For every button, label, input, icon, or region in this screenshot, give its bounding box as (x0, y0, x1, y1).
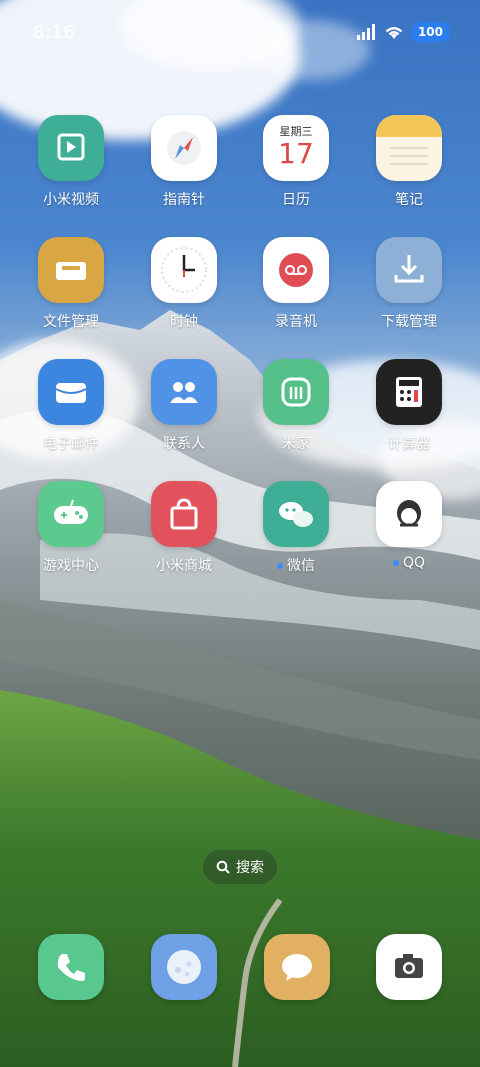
shopping-bag-icon (151, 481, 217, 547)
app-label: 微信 (287, 558, 315, 574)
video-icon (38, 115, 104, 181)
app-mi-video[interactable]: 小米视频 (21, 115, 121, 209)
app-wechat[interactable]: 微信 (246, 481, 346, 575)
mi-home-icon (263, 359, 329, 425)
app-label: 小米视频 (43, 192, 99, 208)
battery-indicator: 100 (410, 22, 450, 42)
app-email[interactable]: 电子邮件 (21, 359, 121, 453)
search-icon (216, 860, 230, 874)
search-label: 搜索 (236, 860, 264, 876)
app-label: 文件管理 (43, 314, 99, 330)
app-calculator[interactable]: 计算器 (359, 359, 459, 453)
notification-dot (392, 560, 399, 566)
app-label: 联系人 (163, 436, 205, 452)
app-label-with-notification: QQ (359, 555, 459, 571)
app-mi-store[interactable]: 小米商城 (134, 481, 234, 575)
email-icon (38, 359, 104, 425)
app-label: 游戏中心 (43, 558, 99, 574)
download-icon (376, 237, 442, 303)
gamepad-icon (38, 481, 104, 547)
browser-icon (167, 950, 201, 984)
notes-icon (376, 115, 442, 181)
calculator-icon (376, 359, 442, 425)
app-label: 米家 (282, 436, 310, 452)
dock-browser[interactable] (151, 934, 217, 1000)
app-label: 小米商城 (156, 558, 212, 574)
app-recorder[interactable]: 录音机 (246, 237, 346, 331)
app-compass[interactable]: 指南针 (134, 115, 234, 209)
notification-dot (277, 563, 283, 569)
app-label: 时钟 (170, 314, 198, 330)
phone-icon (57, 954, 85, 981)
app-label-with-notification: 微信 (246, 555, 346, 575)
app-label: 计算器 (388, 436, 430, 452)
app-label: QQ (402, 555, 426, 571)
status-icons: 100 (356, 22, 450, 42)
app-notes[interactable]: 笔记 (359, 115, 459, 209)
search-button[interactable]: 搜索 (203, 850, 277, 884)
wechat-icon (263, 481, 329, 547)
app-label: 指南针 (163, 192, 205, 208)
app-file-manager[interactable]: 文件管理 (21, 237, 121, 331)
app-mi-home[interactable]: 米家 (246, 359, 346, 453)
contacts-icon (151, 359, 217, 425)
app-label: 下载管理 (381, 314, 437, 330)
app-label: 录音机 (275, 314, 317, 330)
camera-icon (395, 954, 423, 978)
status-bar: 8:16 100 (0, 0, 480, 66)
dock-messages[interactable] (264, 934, 330, 1000)
app-contacts[interactable]: 联系人 (134, 359, 234, 453)
wifi-icon (385, 27, 403, 39)
app-clock[interactable]: 时钟 (134, 237, 234, 331)
app-label: 日历 (282, 192, 310, 208)
calendar-day: 17 (278, 137, 314, 170)
app-label: 笔记 (395, 192, 423, 208)
signal-icon (356, 24, 375, 40)
file-manager-icon (38, 237, 104, 303)
messages-icon (282, 954, 312, 981)
app-qq[interactable]: QQ (359, 481, 459, 571)
app-calendar[interactable]: 星期三 17 日历 (246, 115, 346, 209)
dock-phone[interactable] (38, 934, 104, 1000)
status-time: 8:16 (33, 22, 76, 43)
clock-icon (151, 237, 217, 303)
compass-icon (151, 115, 217, 181)
app-downloads[interactable]: 下载管理 (359, 237, 459, 331)
app-game-center[interactable]: 游戏中心 (21, 481, 121, 575)
qq-icon (376, 481, 442, 547)
recorder-icon (263, 237, 329, 303)
app-label: 电子邮件 (43, 436, 99, 452)
calendar-icon: 星期三 17 (263, 115, 329, 181)
dock-camera[interactable] (376, 934, 442, 1000)
